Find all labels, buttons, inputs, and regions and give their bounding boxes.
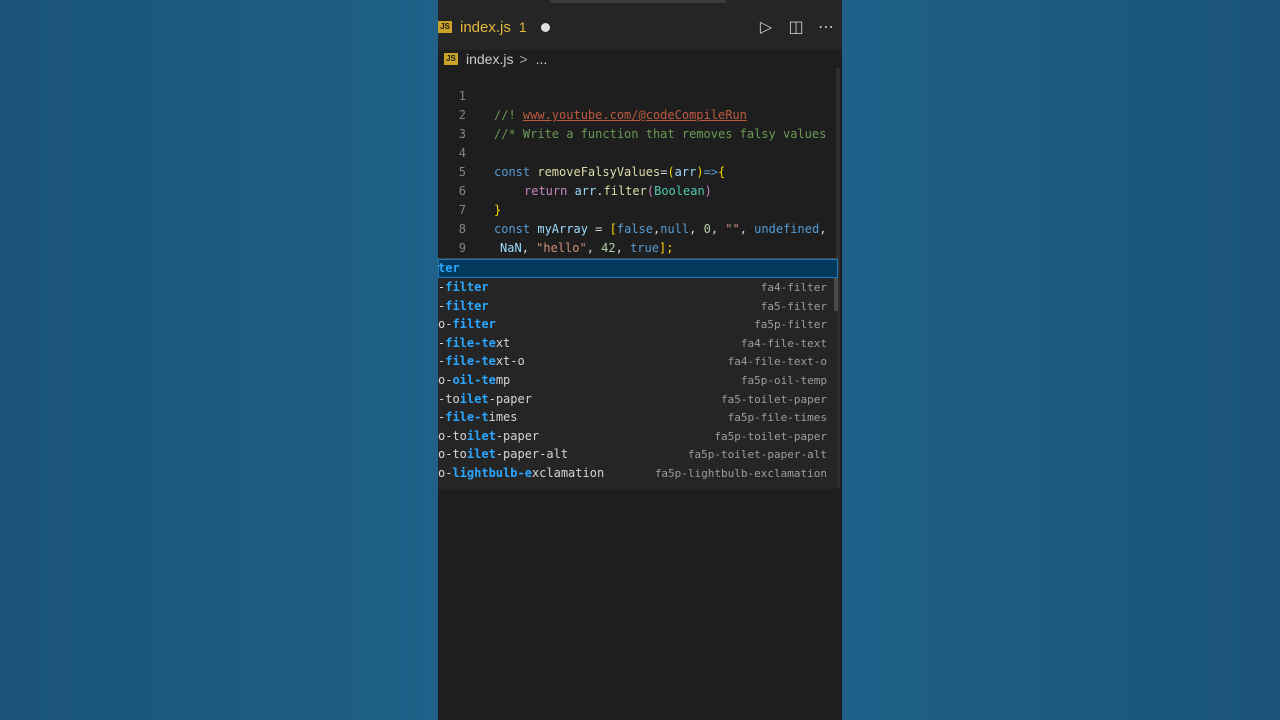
suggestion-label: -paper-alt (495, 447, 569, 461)
more-icon[interactable]: ⋯ (816, 17, 836, 36)
suggestion-match: lightbulb-e (452, 466, 532, 480)
suggestion-match: filter (445, 299, 489, 313)
suggestion-detail: fa4-filter (760, 281, 827, 294)
suggestion-label: xt (495, 336, 511, 350)
js-file-icon: JS (438, 21, 452, 33)
code-line: 7 const myArray = [false,null, 0, "", un… (438, 182, 842, 236)
suggestion-detail: fa5-toilet-paper (721, 393, 827, 406)
split-editor-icon[interactable]: ◫ (786, 17, 806, 36)
unsaved-dot-icon[interactable] (540, 22, 550, 32)
suggest-widget: ter -filter fa4-filter -filter fa5-filte… (438, 258, 838, 489)
suggestion-match: ter (438, 261, 460, 275)
suggestion-item[interactable]: -file-text-o fa4-file-text-o (438, 352, 838, 371)
suggestion-detail: fa4-file-text-o (727, 355, 827, 368)
code-line: 3 (438, 106, 842, 141)
suggestion-item[interactable]: o-toilet-paper fa5p-toilet-paper (438, 427, 838, 446)
suggestion-item[interactable]: o-lightbulb-exclamation fa5p-lightbulb-e… (438, 464, 838, 483)
suggestion-label: o- (438, 317, 453, 331)
suggestion-detail: fa5p-toilet-paper (714, 430, 827, 443)
suggestion-label: xclamation (531, 466, 605, 480)
run-icon[interactable]: ▷ (756, 17, 776, 36)
code-line: 1 //! www.youtube.com/@codeCompileRun (438, 68, 842, 122)
code-line-active: 10 const filte (438, 239, 842, 294)
suggestion-label: -to (438, 392, 460, 406)
code-line: 8 NaN, "hello", 42, true]; (438, 201, 842, 255)
code-line: 5 return arr.filter(Boolean) (438, 144, 842, 198)
tab-filename: index.js (460, 18, 511, 36)
tab-bar: JS index.js 1 ▷ ◫ ⋯ (438, 0, 842, 50)
suggestion-label: o-to (438, 429, 467, 443)
breadcrumb: JS index.js > ... (438, 50, 842, 68)
suggestion-match: filter (452, 317, 496, 331)
suggestion-item[interactable]: ter (438, 259, 838, 278)
suggestion-label: o- (438, 466, 453, 480)
breadcrumb-more[interactable]: ... (536, 51, 548, 67)
suggestion-label: o- (438, 373, 453, 387)
suggestion-match: file-te (445, 336, 496, 350)
suggestion-item[interactable]: o-oil-temp fa5p-oil-temp (438, 371, 838, 390)
background-left (0, 0, 438, 720)
code-line: 2 //* Write a function that removes fals… (438, 87, 842, 141)
suggestion-detail: fa5p-lightbulb-exclamation (654, 467, 827, 480)
suggestion-item[interactable]: -filter fa4-filter (438, 278, 838, 297)
suggestion-match: file-t (445, 410, 489, 424)
suggestion-detail: fa4-file-text (740, 337, 827, 350)
suggestion-match: file-te (445, 354, 496, 368)
suggestion-item[interactable]: -filter fa5-filter (438, 297, 838, 316)
suggestion-label: -paper (488, 392, 532, 406)
suggestion-item[interactable]: -file-text fa4-file-text (438, 334, 838, 353)
suggestion-detail: fa5p-filter (754, 318, 827, 331)
suggestion-item[interactable]: o-filter fa5p-filter (438, 315, 838, 334)
breadcrumb-js-icon: JS (444, 53, 458, 65)
code-line: 6 } (438, 163, 842, 217)
suggestion-match: ilet (459, 392, 489, 406)
code-line: 9 (438, 220, 842, 255)
suggestion-item[interactable]: -toilet-paper fa5-toilet-paper (438, 390, 838, 409)
breadcrumb-file[interactable]: index.js (466, 51, 513, 67)
vscode-window: JS index.js 1 ▷ ◫ ⋯ JS index.js > ... 1 … (438, 0, 842, 720)
problem-count: 1 (518, 19, 527, 35)
suggestion-label: o-to (438, 447, 467, 461)
suggestion-label: mp (495, 373, 511, 387)
suggestion-detail: fa5p-file-times (727, 411, 827, 424)
suggestion-label: xt-o (495, 354, 525, 368)
tab-index-js[interactable]: JS index.js 1 (438, 12, 550, 42)
suggestion-label: -paper (495, 429, 540, 443)
suggestion-match: ilet (466, 429, 496, 443)
suggestion-match: oil-te (452, 373, 496, 387)
top-handle (550, 0, 726, 3)
suggestion-item[interactable]: o-toilet-paper-alt fa5p-toilet-paper-alt (438, 445, 838, 464)
background-right (842, 0, 1280, 720)
suggestion-match: filter (445, 280, 489, 294)
suggestion-detail: fa5p-oil-temp (740, 374, 827, 387)
suggestion-label: imes (488, 410, 518, 424)
breadcrumb-separator: > (519, 51, 528, 67)
suggestion-detail: fa5p-toilet-paper-alt (687, 448, 827, 461)
suggestion-match: ilet (466, 447, 496, 461)
editor-actions: ▷ ◫ ⋯ (756, 17, 836, 36)
code-line: 4 const removeFalsyValues=(arr)=>{ (438, 125, 842, 179)
suggestion-item[interactable]: -file-times fa5p-file-times (438, 408, 838, 427)
suggestion-detail: fa5-filter (760, 300, 827, 313)
